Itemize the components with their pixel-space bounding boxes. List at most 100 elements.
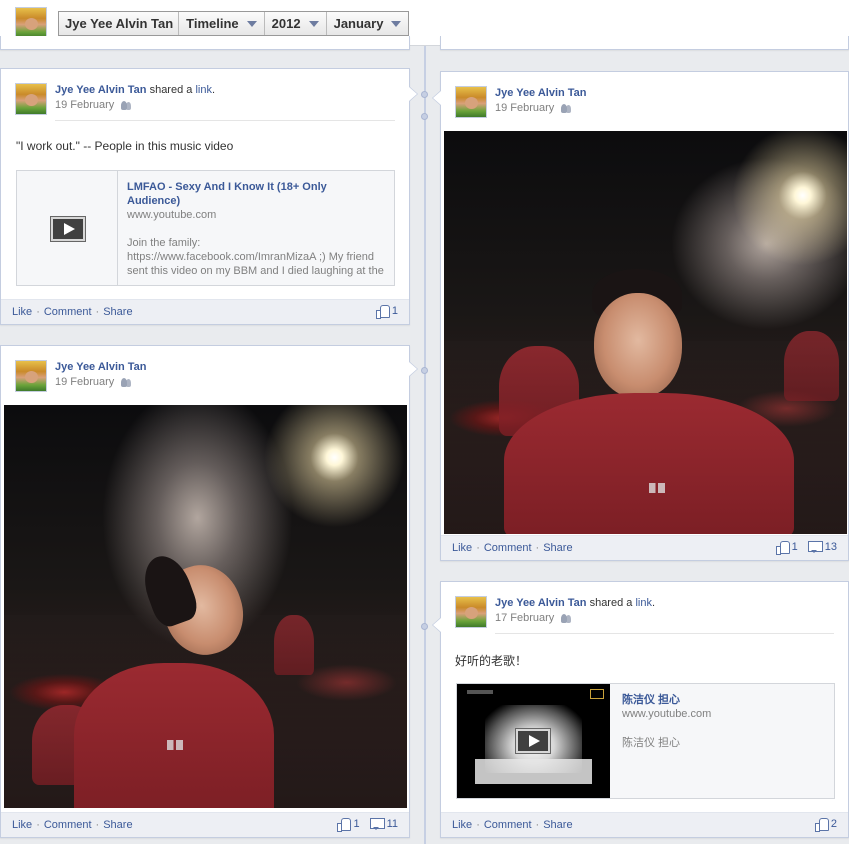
separator: · (476, 819, 480, 831)
like-button[interactable]: Like (12, 819, 32, 831)
like-count[interactable]: 1 (775, 541, 798, 555)
author-avatar[interactable] (455, 86, 487, 118)
thumbs-up-icon (375, 305, 390, 319)
link-domain: www.youtube.com (127, 209, 217, 221)
video-thumbnail[interactable] (457, 684, 610, 798)
shared-link-link[interactable]: link (635, 597, 652, 609)
comment-count[interactable]: 13 (807, 541, 837, 553)
friends-privacy-icon[interactable] (561, 613, 572, 623)
link-description: Join the family: https://www.facebook.co… (127, 237, 384, 277)
link-title[interactable]: LMFAO - Sexy And I Know It (18+ Only Aud… (127, 180, 382, 208)
author-name-link[interactable]: Jye Yee Alvin Tan (55, 84, 147, 96)
photo-subject (74, 663, 274, 808)
post-meta: 19 February (55, 99, 132, 111)
timeline-marker (421, 113, 428, 120)
separator: · (95, 306, 100, 318)
post-action-bar: Like · Comment · Share 1 13 (441, 535, 848, 560)
post-card-shared-link: Jye Yee Alvin Tan shared a link. 19 Febr… (0, 68, 418, 325)
thumbs-up-icon (775, 541, 790, 555)
photo-figure (784, 331, 839, 401)
channel-label-icon (467, 690, 493, 694)
post-card-shared-link: Jye Yee Alvin Tan shared a link. 17 Febr… (432, 581, 849, 838)
comment-button[interactable]: Comment (44, 819, 92, 831)
link-title[interactable]: 陈洁仪 担心 (622, 693, 822, 707)
action-text: shared a (146, 84, 196, 96)
post-meta: 17 February (495, 612, 572, 624)
shared-link-link[interactable]: link (195, 84, 212, 96)
comment-button[interactable]: Comment (484, 542, 532, 554)
like-count[interactable]: 1 (337, 818, 360, 832)
share-button[interactable]: Share (543, 819, 572, 831)
profile-avatar[interactable] (15, 7, 47, 39)
comment-count-value: 11 (386, 818, 398, 830)
month-dropdown-label: January (333, 16, 384, 31)
previous-post-card (440, 36, 849, 50)
action-end: . (211, 84, 216, 96)
play-icon[interactable] (516, 729, 550, 753)
separator: · (476, 542, 480, 554)
year-dropdown[interactable]: 2012 (265, 12, 327, 35)
like-button[interactable]: Like (12, 306, 32, 318)
card-pointer (432, 90, 441, 106)
like-button[interactable]: Like (452, 819, 472, 831)
link-domain: www.youtube.com (622, 708, 712, 720)
like-count[interactable]: 2 (814, 818, 837, 832)
play-icon[interactable] (51, 217, 85, 241)
post-photo[interactable] (444, 131, 847, 534)
comment-icon (369, 818, 385, 830)
separator: · (535, 819, 540, 831)
author-avatar[interactable] (15, 83, 47, 115)
share-button[interactable]: Share (103, 819, 132, 831)
comment-count[interactable]: 11 (369, 818, 398, 830)
like-count-value: 2 (830, 818, 837, 830)
post-message: 好听的老歌！ (455, 654, 528, 668)
year-dropdown-label: 2012 (271, 16, 301, 31)
post-photo[interactable] (4, 405, 407, 808)
link-preview[interactable]: LMFAO - Sexy And I Know It (18+ Only Aud… (16, 170, 395, 286)
month-dropdown[interactable]: January (327, 12, 409, 35)
post-header: Jye Yee Alvin Tan shared a link. (495, 597, 655, 609)
previous-post-card (0, 36, 410, 50)
author-name-link[interactable]: Jye Yee Alvin Tan (495, 597, 587, 609)
video-thumbnail[interactable] (17, 171, 118, 285)
friends-privacy-icon[interactable] (121, 377, 132, 387)
post-date-link[interactable]: 17 February (495, 612, 554, 624)
thumbnail-frame (475, 759, 592, 785)
like-button[interactable]: Like (452, 542, 472, 554)
separator: · (36, 819, 40, 831)
friends-privacy-icon[interactable] (121, 100, 132, 110)
author-avatar[interactable] (455, 596, 487, 628)
author-avatar[interactable] (15, 360, 47, 392)
post-date-link[interactable]: 19 February (55, 376, 114, 388)
post-header: Jye Yee Alvin Tan shared a link. (55, 84, 215, 96)
share-button[interactable]: Share (103, 306, 132, 318)
shirt-logo (167, 740, 183, 750)
like-count-value: 1 (391, 305, 398, 317)
timeline-marker (421, 91, 428, 98)
shirt-logo (649, 483, 665, 493)
link-preview[interactable]: 陈洁仪 担心 www.youtube.com 陈洁仪 担心 (456, 683, 835, 799)
action-end: . (651, 597, 656, 609)
comment-button[interactable]: Comment (44, 306, 92, 318)
timeline-marker (421, 623, 428, 630)
author-name-link[interactable]: Jye Yee Alvin Tan (495, 87, 587, 99)
friends-privacy-icon[interactable] (561, 103, 572, 113)
like-count-value: 1 (791, 541, 798, 553)
separator: · (95, 819, 100, 831)
comment-button[interactable]: Comment (484, 819, 532, 831)
post-date-link[interactable]: 19 February (55, 99, 114, 111)
author-name-link[interactable]: Jye Yee Alvin Tan (55, 361, 147, 373)
photo-subject (504, 393, 794, 534)
timeline-dropdown-label: Timeline (186, 16, 239, 31)
post-action-bar: Like · Comment · Share 1 (1, 299, 409, 324)
comment-count-value: 13 (824, 541, 837, 553)
like-count[interactable]: 1 (375, 305, 398, 319)
timeline-marker (421, 367, 428, 374)
comment-icon (807, 541, 823, 553)
post-date-link[interactable]: 19 February (495, 102, 554, 114)
separator: · (36, 306, 40, 318)
share-button[interactable]: Share (543, 542, 572, 554)
post-header: Jye Yee Alvin Tan (495, 87, 587, 99)
timeline-dropdown[interactable]: Timeline (179, 12, 265, 35)
profile-name-button[interactable]: Jye Yee Alvin Tan (59, 12, 180, 35)
